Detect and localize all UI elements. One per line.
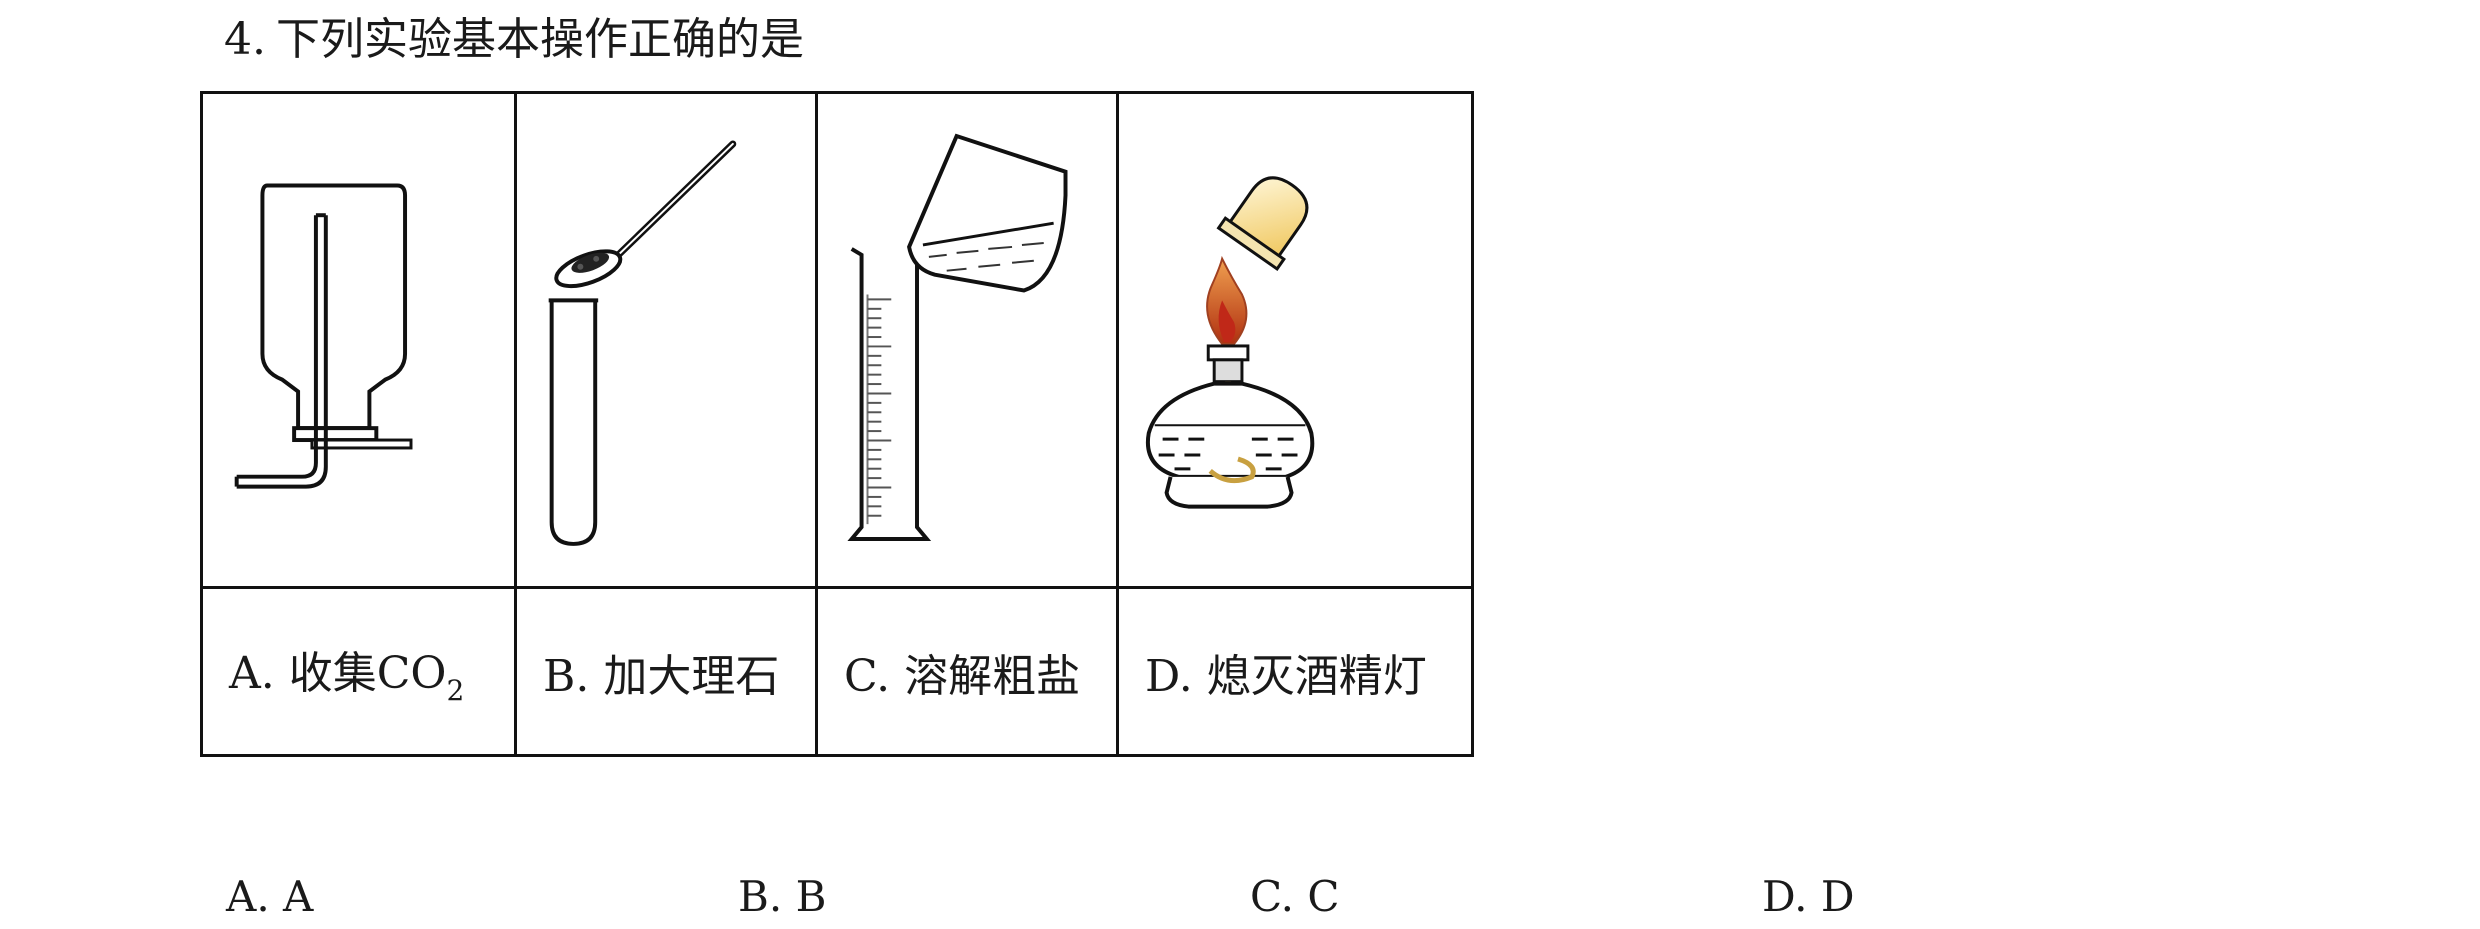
- option-d-text: 熄灭酒精灯: [1206, 650, 1427, 702]
- option-a-letter: A.: [229, 647, 275, 699]
- alcohol-lamp-icon: [1145, 176, 1315, 509]
- option-a-subscript: 2: [446, 673, 465, 707]
- graduated-cylinder-pouring-icon: [847, 133, 1068, 541]
- question-text: 下列实验基本操作正确的是: [275, 14, 804, 65]
- spoon-test-tube-icon: [548, 140, 737, 546]
- question-number: 4.: [224, 14, 266, 65]
- option-c-image: [815, 91, 1119, 589]
- option-a-image: [200, 91, 517, 589]
- option-a-label: A. 收集CO2: [200, 586, 517, 757]
- option-d-letter: D.: [1145, 650, 1193, 702]
- answer-choices: A. A B. B C. C D. D: [0, 872, 2480, 928]
- option-d-image: [1116, 91, 1474, 589]
- answer-b[interactable]: B. B: [738, 872, 826, 921]
- answer-c[interactable]: C. C: [1250, 872, 1339, 921]
- answer-d[interactable]: D. D: [1762, 872, 1855, 921]
- option-b-label: B. 加大理石: [514, 586, 818, 757]
- option-c-text: 溶解粗盐: [904, 650, 1081, 702]
- option-a-text: 收集: [288, 647, 377, 699]
- option-b-text: 加大理石: [603, 650, 780, 702]
- option-d-label: D. 熄灭酒精灯: [1116, 586, 1474, 757]
- gas-collection-bottle-icon: [234, 183, 413, 489]
- question-stem: 4. 下列实验基本操作正确的是: [224, 10, 804, 70]
- answer-a[interactable]: A. A: [226, 872, 313, 921]
- options-table: A. 收集CO2 B. 加大理石 C. 溶解粗盐 D. 熄灭酒精灯: [200, 91, 1474, 757]
- option-c-label: C. 溶解粗盐: [815, 586, 1119, 757]
- option-b-image: [514, 91, 818, 589]
- option-b-letter: B.: [543, 650, 590, 702]
- option-a-formula: CO: [376, 647, 447, 699]
- option-c-letter: C.: [844, 650, 891, 702]
